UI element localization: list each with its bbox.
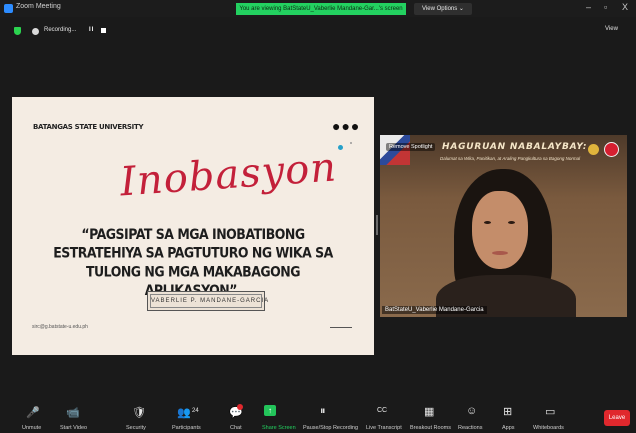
breakout-rooms-button[interactable]: Breakout Rooms (410, 425, 451, 431)
zoom-logo-icon (4, 4, 13, 13)
chat-button[interactable]: Chat (230, 425, 242, 431)
share-screen-icon[interactable]: ↑ (264, 405, 276, 416)
right-eye (508, 221, 515, 224)
participants-button[interactable]: Participants (172, 425, 201, 431)
pause-stop-recording-button[interactable]: Pause/Stop Recording (303, 425, 358, 431)
pause-recording-button[interactable]: II (89, 27, 94, 33)
view-button[interactable]: View (605, 26, 618, 32)
speaker-face (472, 191, 528, 269)
slide-dots-icon: ●●● (332, 118, 361, 134)
share-screen-button[interactable]: Share Screen (262, 425, 296, 431)
participant-name-tag: BatStateU_Vaberlie Mandane-Garcia (382, 306, 487, 314)
live-transcript-button[interactable]: Live Transcript (366, 425, 402, 431)
viewing-banner: You are viewing BatStateU_Vaberlie Manda… (236, 3, 406, 15)
participants-icon[interactable]: 👥 (177, 406, 191, 419)
microphone-muted-icon[interactable]: 🎤 (26, 406, 40, 419)
maximize-button[interactable]: ▫ (604, 2, 607, 12)
university-logo-icon (604, 142, 619, 157)
view-options-button[interactable]: View Options ⌄ (414, 3, 472, 15)
video-banner-subtitle: Dalumat sa Wika, Panitikan, at Araling P… (440, 156, 581, 161)
chat-notification-badge (237, 404, 243, 410)
recording-icon (32, 28, 39, 35)
participants-count: 24 (192, 408, 199, 414)
live-transcript-icon[interactable]: CC (377, 407, 387, 414)
recording-label: Recording... (44, 27, 77, 33)
speaker-lips (492, 251, 508, 255)
reactions-button[interactable]: Reactions (458, 425, 482, 431)
slide-script-title: Inobasyon (118, 144, 339, 206)
author-box: VABERLIE P. MANDANE-GARCIA (147, 291, 268, 311)
small-dot-icon (350, 142, 352, 144)
author-name: VABERLIE P. MANDANE-GARCIA (150, 294, 268, 308)
video-banner-title: HAGURUAN NABALAYBAY: (442, 142, 588, 152)
close-button[interactable]: X (622, 2, 628, 12)
university-name: BATANGAS STATE UNIVERSITY (33, 123, 144, 131)
stop-recording-button[interactable] (101, 28, 106, 33)
meeting-status-bar (0, 20, 636, 42)
slide-quote: “PAGSIPAT SA MGA INOBATIBONG ESTRATEHIYA… (53, 225, 333, 299)
remove-spotlight-button[interactable]: Remove Spotlight (386, 143, 436, 151)
security-icon[interactable]: 🛡 (132, 406, 146, 419)
whiteboards-button[interactable]: Whiteboards (533, 425, 564, 431)
minimize-button[interactable]: – (586, 2, 591, 12)
leave-button[interactable]: Leave (604, 410, 630, 426)
whiteboards-icon[interactable]: ▭ (545, 405, 555, 418)
seal-logo-icon (588, 144, 599, 155)
shared-slide: BATANGAS STATE UNIVERSITY ●●● Inobasyon … (12, 97, 374, 355)
start-video-button[interactable]: Start Video (60, 425, 87, 431)
apps-button[interactable]: Apps (502, 425, 515, 431)
speaker-video[interactable]: Remove Spotlight HAGURUAN NABALAYBAY: Da… (380, 135, 627, 317)
security-shield-icon (14, 27, 21, 35)
pause-stop-recording-icon[interactable]: ⏸ (320, 405, 326, 418)
split-divider-handle[interactable] (376, 215, 378, 235)
left-eye (484, 221, 491, 224)
teal-dot-icon (338, 145, 343, 150)
apps-icon[interactable]: ⊞ (503, 405, 512, 418)
arrow-line-icon (330, 327, 352, 328)
security-button[interactable]: Security (126, 425, 146, 431)
app-title: Zoom Meeting (16, 3, 61, 10)
reactions-icon[interactable]: ☺ (466, 405, 477, 417)
video-off-icon[interactable]: 📹 (66, 406, 80, 419)
breakout-rooms-icon[interactable]: ▦ (424, 405, 434, 418)
unmute-button[interactable]: Unmute (22, 425, 41, 431)
slide-email: sirc@g.batstate-u.edu.ph (32, 324, 88, 330)
